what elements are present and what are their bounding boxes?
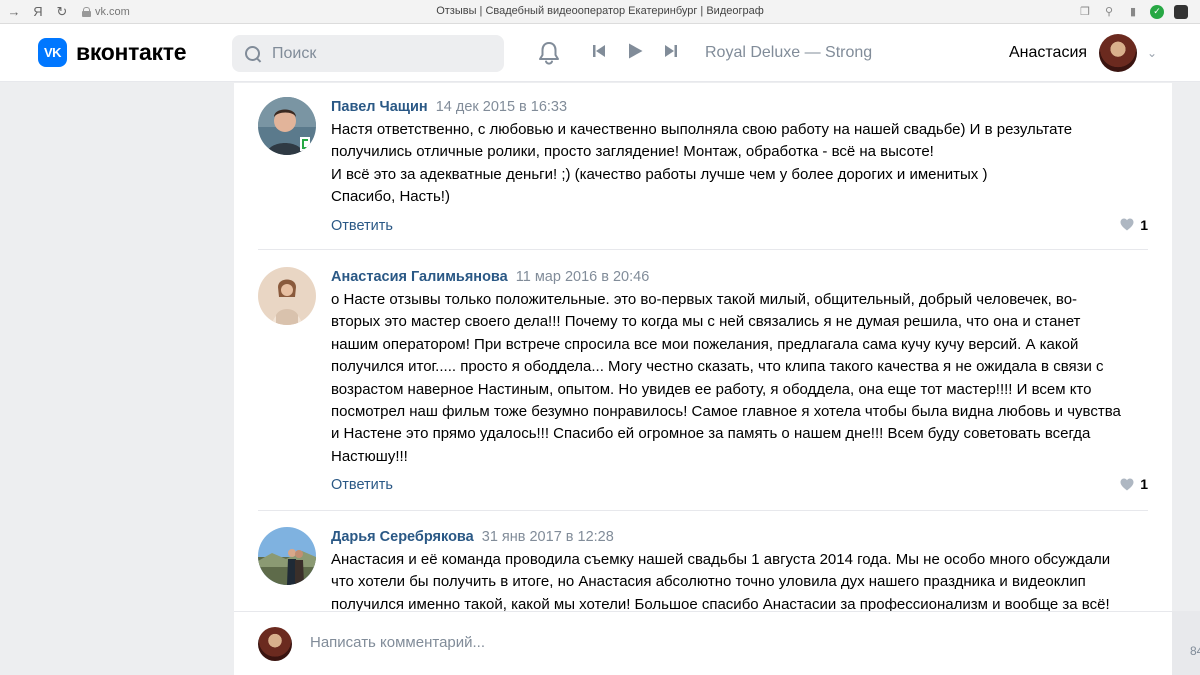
tabs-icon[interactable]: ❐ (1078, 5, 1092, 19)
side-panel-edge (1172, 611, 1200, 675)
comment-date[interactable]: 31 янв 2017 в 12:28 (482, 529, 614, 545)
previous-track-icon[interactable] (590, 42, 608, 60)
page-title: Отзывы | Свадебный видеооператор Екатери… (436, 5, 764, 17)
search-box[interactable] (232, 35, 504, 72)
comment-footer: Ответить 1 (331, 476, 1148, 500)
comment-avatar[interactable] (258, 527, 316, 585)
url-text: vk.com (95, 5, 130, 18)
yandex-logo[interactable]: Я (26, 0, 50, 24)
bookmark-icon[interactable]: ▮ (1126, 5, 1140, 19)
comment-author[interactable]: Дарья Серебрякова (331, 529, 474, 545)
reply-button[interactable]: Ответить (331, 477, 393, 493)
comment-line: получились отличные ролики, просто загля… (331, 143, 934, 161)
site-header: VK вконтакте Royal Deluxe — Strong Анаст… (0, 24, 1200, 82)
like-count: 1 (1140, 476, 1148, 493)
comment-line: что хотели бы получить в итоге, но Анаст… (331, 573, 1086, 591)
heart-icon (1120, 478, 1134, 491)
browser-toolbar: → Я ↻ vk.com Отзывы | Свадебный видеоопе… (0, 0, 1200, 24)
like-button[interactable]: 1 (1120, 476, 1148, 492)
like-count: 1 (1140, 216, 1148, 233)
vk-logo-mark: VK (38, 38, 67, 67)
extension-check-icon[interactable]: ✓ (1150, 4, 1164, 19)
comment-line: посмотрел наш фильм тоже безумно понрави… (331, 403, 1121, 421)
comment-line: Настя ответственно, с любовью и качестве… (331, 121, 1073, 138)
address-bar[interactable]: vk.com (82, 6, 130, 18)
avatar (258, 627, 292, 661)
comment-compose: Написать комментарий... (234, 611, 1172, 675)
comment-avatar[interactable] (258, 97, 316, 155)
avatar (1099, 34, 1138, 72)
reload-icon[interactable]: ↻ (50, 0, 74, 24)
bell-icon[interactable] (536, 40, 562, 66)
audio-player (590, 42, 680, 60)
zoom-icon[interactable]: ⚲ (1102, 5, 1116, 19)
browser-actions: ❐ ⚲ ▮ ✓ (1078, 4, 1200, 19)
comment-line: вторых это мастер своего дела!!! Почему … (331, 313, 1081, 331)
comment-line: Спасибо, Насть!) (331, 188, 450, 206)
reply-button[interactable]: Ответить (331, 218, 393, 234)
like-button[interactable]: 1 (1120, 217, 1148, 233)
comment-line: возрастом наверное Настиным, опытом. Но … (331, 380, 1092, 398)
side-counter: 84 (1190, 644, 1200, 658)
comment-line: Настюшу!!! (331, 447, 408, 465)
comment-line: и Настене это прямо удалось!!! Спасибо е… (331, 425, 1091, 443)
comment-author[interactable]: Анастасия Галимьянова (331, 269, 508, 285)
comment-avatar[interactable] (258, 267, 316, 325)
comment-line: получился итог..... просто я ободдела...… (331, 358, 1104, 376)
search-input[interactable] (272, 44, 472, 63)
vk-logo-text: вконтакте (76, 39, 187, 65)
comment-header: Павел Чащин 14 дек 2015 в 16:33 (331, 97, 1148, 117)
comments-card: Павел Чащин 14 дек 2015 в 16:33 Настя от… (234, 83, 1172, 675)
comment-divider (258, 249, 1148, 250)
vk-logo[interactable]: VK вконтакте (38, 38, 187, 67)
comment-header: Анастасия Галимьянова 11 мар 2016 в 20:4… (331, 267, 1148, 287)
comment-date[interactable]: 14 дек 2015 в 16:33 (436, 99, 567, 115)
heart-icon (1120, 218, 1134, 231)
comment-line: И всё это за адекватные деньги! ;) (каче… (331, 165, 988, 183)
comment-line: Анастасия и её команда проводила съемку … (331, 551, 1111, 568)
now-playing-track[interactable]: Royal Deluxe — Strong (705, 44, 872, 62)
comment-body: Дарья Серебрякова 31 янв 2017 в 12:28 Ан… (331, 527, 1148, 616)
comment-input[interactable]: Написать комментарий... (310, 634, 485, 651)
comment-header: Дарья Серебрякова 31 янв 2017 в 12:28 (331, 527, 1148, 547)
comment-text: Настя ответственно, с любовью и качестве… (331, 119, 1148, 209)
back-icon[interactable]: → (2, 0, 26, 24)
comment-text: Анастасия и её команда проводила съемку … (331, 549, 1148, 616)
search-icon (244, 45, 262, 63)
play-icon[interactable] (626, 42, 644, 60)
user-name: Анастасия (1009, 44, 1088, 61)
comment-body: Павел Чащин 14 дек 2015 в 16:33 Настя от… (331, 97, 1148, 241)
chevron-down-icon: ⌄ (1147, 46, 1158, 60)
comment-date[interactable]: 11 мар 2016 в 20:46 (516, 269, 650, 285)
next-track-icon[interactable] (662, 42, 680, 60)
lock-icon (82, 6, 91, 17)
comment-body: Анастасия Галимьянова 11 мар 2016 в 20:4… (331, 267, 1148, 500)
user-menu[interactable]: Анастасия ⌄ (1009, 34, 1159, 72)
comment-footer: Ответить 1 (331, 217, 1148, 241)
comment-text: о Насте отзывы только положительные. это… (331, 289, 1148, 468)
extension-icon[interactable] (1174, 4, 1188, 19)
comment-line: о Насте отзывы только положительные. это… (331, 291, 1078, 308)
comment-author[interactable]: Павел Чащин (331, 99, 428, 115)
comment-line: нашим оператором! При встрече спросила в… (331, 335, 1079, 353)
comment-divider (258, 510, 1148, 511)
